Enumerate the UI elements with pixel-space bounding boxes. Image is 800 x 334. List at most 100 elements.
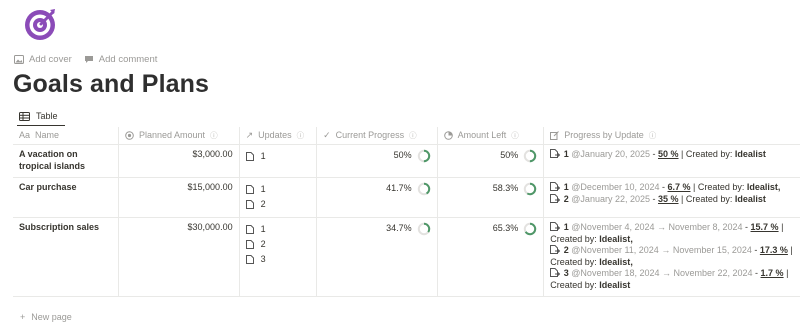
column-header-label: Current Progress xyxy=(335,129,405,140)
text-property-icon: Aa xyxy=(19,129,31,140)
add-comment-button[interactable]: Add comment xyxy=(84,54,157,65)
page-icon xyxy=(245,152,254,161)
progress-entry[interactable]: 1 @January 20, 2025 - 50 % | Created by:… xyxy=(550,149,794,161)
column-header-updates[interactable]: ↗ Updates ⓘ xyxy=(238,127,317,145)
cell-planned-amount[interactable]: $15,000.00 xyxy=(118,177,240,218)
entry-date[interactable]: @November 4, 2024 → November 8, 2024 xyxy=(571,222,742,232)
page-icon xyxy=(245,225,254,234)
image-icon xyxy=(14,54,24,64)
column-header-name[interactable]: Aa Name xyxy=(13,127,119,145)
entry-date[interactable]: @December 10, 2024 xyxy=(571,182,659,192)
column-header-progress-by-update[interactable]: Progress by Update ⓘ xyxy=(543,127,800,145)
update-link[interactable]: 1 xyxy=(245,149,311,164)
view-tab-table[interactable]: Table xyxy=(19,110,58,122)
target-icon[interactable] xyxy=(20,6,64,42)
update-link[interactable]: 1 xyxy=(245,222,311,237)
column-header-amount-left[interactable]: Amount Left ⓘ xyxy=(436,127,544,145)
amount-left-value: 50% xyxy=(500,150,519,161)
info-icon[interactable]: ⓘ xyxy=(210,130,218,142)
planned-amount-value: $30,000.00 xyxy=(187,222,233,232)
entry-separator: , xyxy=(630,256,633,267)
cell-updates[interactable]: 1 2 3 xyxy=(238,217,317,297)
cell-current-progress[interactable]: 50% xyxy=(316,144,438,178)
database-table: Aa Name Planned Amount ⓘ ↗ Updates ⓘ ✓ C… xyxy=(13,127,800,297)
cell-progress-by-update[interactable]: 1 @December 10, 2024 - 6.7 % | Created b… xyxy=(543,177,800,218)
cell-amount-left[interactable]: 65.3% xyxy=(436,217,544,297)
info-icon[interactable]: ⓘ xyxy=(409,130,417,142)
add-cover-label: Add cover xyxy=(29,53,72,65)
formula-icon xyxy=(443,131,453,140)
entry-date[interactable]: @January 22, 2025 xyxy=(571,194,650,204)
entry-percent: 35 % xyxy=(658,193,679,204)
progress-entry[interactable]: 3 @November 18, 2024 → November 22, 2024… xyxy=(550,268,794,291)
info-icon[interactable]: ⓘ xyxy=(649,130,657,142)
info-icon[interactable]: ⓘ xyxy=(511,130,519,142)
cell-updates[interactable]: 12 xyxy=(238,177,317,218)
table-row[interactable]: A vacation on tropical islands $3,000.00 1… xyxy=(13,144,800,178)
cell-amount-left[interactable]: 58.3% xyxy=(436,177,544,218)
cell-current-progress[interactable]: 41.7% xyxy=(316,177,438,218)
page-link-icon xyxy=(550,222,561,231)
cell-current-progress[interactable]: 34.7% xyxy=(316,217,438,297)
column-header-current-progress[interactable]: ✓ Current Progress ⓘ xyxy=(316,127,438,145)
cell-progress-by-update[interactable]: 1 @November 4, 2024 → November 8, 2024 -… xyxy=(543,217,800,297)
created-by-name: Idealist xyxy=(599,256,631,267)
update-number: 1 xyxy=(260,223,266,234)
progress-ring-icon xyxy=(524,222,537,236)
entry-date[interactable]: @January 20, 2025 xyxy=(571,149,650,159)
add-cover-button[interactable]: Add cover xyxy=(14,54,72,65)
table-icon xyxy=(19,111,30,121)
edit-icon xyxy=(550,131,560,140)
cell-planned-amount[interactable]: $30,000.00 xyxy=(118,217,240,297)
column-header-planned-amount[interactable]: Planned Amount ⓘ xyxy=(118,127,240,145)
entry-number: 2 xyxy=(563,245,569,255)
cell-name[interactable]: Subscription sales xyxy=(13,217,119,297)
created-by-label: | Created by: xyxy=(693,182,745,192)
entry-percent: 1.7 % xyxy=(760,268,784,278)
update-link[interactable]: 1 xyxy=(245,182,311,197)
cell-updates[interactable]: 1 xyxy=(238,144,317,178)
column-header-label: Planned Amount xyxy=(139,129,206,140)
created-by-label: | Created by: xyxy=(681,193,733,204)
table-header-row: Aa Name Planned Amount ⓘ ↗ Updates ⓘ ✓ C… xyxy=(13,127,800,145)
page-link-icon xyxy=(550,268,561,277)
cell-amount-left[interactable]: 50% xyxy=(436,144,544,178)
update-number: 3 xyxy=(260,253,266,264)
cell-name[interactable]: A vacation on tropical islands xyxy=(13,144,119,178)
update-number: 1 xyxy=(260,150,266,161)
cell-progress-by-update[interactable]: 1 @January 20, 2025 - 50 % | Created by:… xyxy=(543,144,800,178)
entry-number: 3 xyxy=(563,268,569,278)
cell-planned-amount[interactable]: $3,000.00 xyxy=(118,144,240,178)
page-icon xyxy=(245,200,254,209)
entry-percent: 15.7 % xyxy=(750,222,779,232)
progress-entry[interactable]: 2 @January 22, 2025 - 35 % | Created by:… xyxy=(550,193,794,206)
entry-percent: 17.3 % xyxy=(759,245,788,255)
cell-name[interactable]: Car purchase xyxy=(13,177,119,218)
new-page-button[interactable]: + New page xyxy=(20,311,72,323)
plus-icon: + xyxy=(20,312,26,322)
update-number: 2 xyxy=(260,198,266,209)
planned-amount-value: $3,000.00 xyxy=(192,149,233,159)
row-title[interactable]: Subscription sales xyxy=(19,222,99,232)
progress-entry[interactable]: 1 @November 4, 2024 → November 8, 2024 -… xyxy=(550,222,794,245)
entry-date[interactable]: @November 11, 2024 → November 15, 2024 xyxy=(571,245,752,255)
update-link[interactable]: 2 xyxy=(245,197,311,212)
rollup-icon: ✓ xyxy=(323,129,331,140)
entry-number: 1 xyxy=(563,222,569,232)
entry-percent: 50 % xyxy=(658,149,679,159)
page-title[interactable]: Goals and Plans xyxy=(13,68,209,100)
entry-date[interactable]: @November 18, 2024 → November 22, 2024 xyxy=(571,268,752,278)
created-by-name: Idealist xyxy=(746,182,778,192)
row-title[interactable]: A vacation on tropical islands xyxy=(19,149,85,171)
created-by-name: Idealist xyxy=(599,233,631,244)
table-row[interactable]: Subscription sales $30,000.00 1 2 3 34.7% 65.3… xyxy=(13,217,800,297)
row-title[interactable]: Car purchase xyxy=(19,182,77,192)
info-icon[interactable]: ⓘ xyxy=(297,130,305,142)
table-row[interactable]: Car purchase $15,000.00 1 2 41.7% 58.3% 1 @De… xyxy=(13,177,800,218)
progress-entry[interactable]: 1 @December 10, 2024 - 6.7 % | Created b… xyxy=(550,182,794,194)
page-icon xyxy=(245,185,254,194)
update-link[interactable]: 3 xyxy=(245,252,311,267)
page-link-icon xyxy=(550,149,561,158)
progress-entry[interactable]: 2 @November 11, 2024 → November 15, 2024… xyxy=(550,245,794,268)
update-link[interactable]: 2 xyxy=(245,237,311,252)
